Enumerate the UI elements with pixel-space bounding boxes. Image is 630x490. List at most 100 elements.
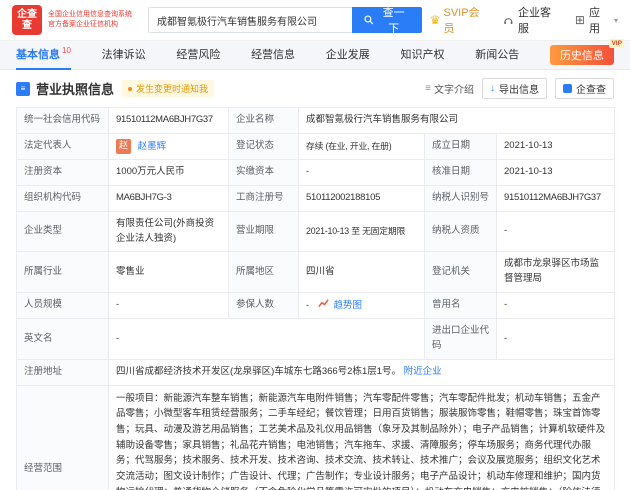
tab-basic-info-label: 基本信息 xyxy=(16,46,60,62)
reg-capital-value: 1000万元人民币 xyxy=(109,160,229,186)
tab-operation-risk-label: 经营风险 xyxy=(176,46,220,62)
status-label: 登记状态 xyxy=(229,133,299,160)
company-type-value: 有限责任公司(外商投资企业法人独资) xyxy=(109,211,229,251)
export-label: 导出信息 xyxy=(499,81,539,96)
former-name-label: 曾用名 xyxy=(425,292,497,319)
established-label: 成立日期 xyxy=(425,133,497,160)
license-section-header: ≡ 营业执照信息 发生变更时通知我 ≡ 文字介绍 ↓ 导出信息 企查查 xyxy=(0,70,630,105)
address-label: 注册地址 xyxy=(17,359,109,385)
taxpayer-quality-label: 纳税人资质 xyxy=(425,211,497,251)
tab-intellectual-property[interactable]: 知识产权 xyxy=(401,40,445,70)
qcc-app-label: 企查查 xyxy=(576,81,606,96)
region-value: 四川省 xyxy=(299,252,425,292)
english-name-label: 英文名 xyxy=(17,319,109,359)
brand-slogan: 全国企业信用信息查询系统 官方备案企业征信机构 xyxy=(48,10,132,30)
svip-link[interactable]: ♛ SVIP会员 xyxy=(430,4,490,36)
tab-legal-lawsuits[interactable]: 法律诉讼 xyxy=(102,40,146,70)
paid-capital-label: 实缴资本 xyxy=(229,160,299,186)
slogan-line-1: 全国企业信用信息查询系统 xyxy=(48,10,132,20)
tab-company-development-label: 企业发展 xyxy=(326,46,370,62)
tab-intellectual-property-label: 知识产权 xyxy=(401,46,445,62)
business-scope-value: 一般项目：新能源汽车整车销售；新能源汽车电附件销售；汽车零配件零售；汽车零配件批… xyxy=(109,385,615,490)
taxpayer-no-value: 91510112MA6BJH7G37 xyxy=(497,186,615,212)
tab-operation-info[interactable]: 经营信息 xyxy=(251,40,295,70)
region-label: 所属地区 xyxy=(229,252,299,292)
table-row: 统一社会信用代码 91510112MA6BJH7G37 企业名称 成都智氪极行汽… xyxy=(17,108,615,134)
credit-code-value: 91510112MA6BJH7G37 xyxy=(109,108,229,134)
table-row: 人员规模 - 参保人数 - 趋势图 曾用名 - xyxy=(17,292,615,319)
approval-date-value: 2021-10-13 xyxy=(497,160,615,186)
org-code-label: 组织机构代码 xyxy=(17,186,109,212)
table-row: 注册地址 四川省成都经济技术开发区(龙泉驿区)车城东七路366号2栋1层1号。 … xyxy=(17,359,615,385)
change-notify-label: 发生变更时通知我 xyxy=(136,82,208,95)
search-input[interactable] xyxy=(148,7,352,33)
qcc-logo[interactable]: 企查查 xyxy=(12,5,42,35)
established-value: 2021-10-13 xyxy=(497,133,615,160)
industry-label: 所属行业 xyxy=(17,252,109,292)
customer-service-label: 企业客服 xyxy=(518,4,561,36)
table-row: 英文名 - 进出口企业代码 - xyxy=(17,319,615,359)
customer-service-link[interactable]: 企业客服 xyxy=(503,4,561,36)
primary-tabs: 基本信息 10 法律诉讼 经营风险 经营信息 企业发展 知识产权 新闻公告 历史… xyxy=(0,40,630,70)
tab-legal-lawsuits-label: 法律诉讼 xyxy=(102,46,146,62)
tab-history-info[interactable]: 历史信息 VIP xyxy=(550,45,614,65)
vip-badge: VIP xyxy=(609,39,623,48)
tab-basic-info-count: 10 xyxy=(62,46,71,55)
crown-icon: ♛ xyxy=(430,13,441,27)
tab-news-announcements[interactable]: 新闻公告 xyxy=(475,40,519,70)
search-icon xyxy=(364,15,374,25)
taxpayer-no-label: 纳税人识别号 xyxy=(425,186,497,212)
staff-size-label: 人员规模 xyxy=(17,292,109,319)
legal-rep-link[interactable]: 赵墨辉 xyxy=(138,141,167,152)
status-value: 存续 (在业, 开业, 在册) xyxy=(299,133,425,160)
export-button[interactable]: ↓ 导出信息 xyxy=(482,78,547,99)
notify-dot-icon xyxy=(128,87,132,91)
tab-operation-risk[interactable]: 经营风险 xyxy=(176,40,220,70)
table-row: 注册资本 1000万元人民币 实缴资本 - 核准日期 2021-10-13 xyxy=(17,160,615,186)
registry-value: 成都市龙泉驿区市场监督管理局 xyxy=(497,252,615,292)
download-icon: ↓ xyxy=(490,83,495,94)
business-scope-label: 经营范围 xyxy=(17,385,109,490)
address-value: 四川省成都经济技术开发区(龙泉驿区)车城东七路366号2栋1层1号。 xyxy=(116,366,401,377)
change-notify-tag[interactable]: 发生变更时通知我 xyxy=(122,80,214,97)
apps-grid-icon: ⊞ xyxy=(575,13,585,27)
qcc-app-button[interactable]: 企查查 xyxy=(555,78,614,99)
industry-value: 零售业 xyxy=(109,252,229,292)
table-row: 组织机构代码 MA6BJH7G-3 工商注册号 510112002188105 … xyxy=(17,186,615,212)
nearby-companies-link[interactable]: 附近企业 xyxy=(404,366,442,377)
top-header: 企查查 全国企业信用信息查询系统 官方备案企业征信机构 查一下 ♛ SVIP会员 xyxy=(0,0,630,40)
staff-size-value: - xyxy=(109,292,229,319)
qcc-app-icon xyxy=(563,84,572,93)
english-name-value: - xyxy=(109,319,425,359)
table-row: 所属行业 零售业 所属地区 四川省 登记机关 成都市龙泉驿区市场监督管理局 xyxy=(17,252,615,292)
slogan-line-2: 官方备案企业征信机构 xyxy=(48,20,132,30)
biz-reg-no-value: 510112002188105 xyxy=(299,186,425,212)
taxpayer-quality-value: - xyxy=(497,211,615,251)
apps-label: 应用 xyxy=(589,4,610,36)
apps-menu[interactable]: ⊞ 应用 ▾ xyxy=(575,4,618,36)
tab-basic-info[interactable]: 基本信息 10 xyxy=(16,40,71,70)
registry-label: 登记机关 xyxy=(425,252,497,292)
org-code-value: MA6BJH7G-3 xyxy=(109,186,229,212)
tab-company-development[interactable]: 企业发展 xyxy=(326,40,370,70)
text-lines-icon: ≡ xyxy=(425,83,431,94)
chevron-down-icon: ▾ xyxy=(614,16,618,25)
tab-history-info-label: 历史信息 xyxy=(560,47,604,63)
biz-reg-no-label: 工商注册号 xyxy=(229,186,299,212)
qcc-company-page: 企查查 全国企业信用信息查询系统 官方备案企业征信机构 查一下 ♛ SVIP会员 xyxy=(0,0,630,490)
former-name-value: - xyxy=(497,292,615,319)
table-row: 企业类型 有限责任公司(外商投资企业法人独资) 营业期限 2021-10-13 … xyxy=(17,211,615,251)
text-intro-toggle[interactable]: ≡ 文字介绍 xyxy=(425,81,474,96)
search-button[interactable]: 查一下 xyxy=(352,7,422,33)
address-cell: 四川省成都经济技术开发区(龙泉驿区)车城东七路366号2栋1层1号。 附近企业 xyxy=(109,359,615,385)
search-button-label: 查一下 xyxy=(378,4,410,36)
insured-count-value: - xyxy=(306,300,309,311)
legal-rep-label: 法定代表人 xyxy=(17,133,109,160)
trend-link[interactable]: 趋势图 xyxy=(333,300,362,311)
import-export-label: 进出口企业代码 xyxy=(425,319,497,359)
legal-rep-avatar: 赵 xyxy=(116,139,131,154)
top-actions: ♛ SVIP会员 企业客服 ⊞ 应用 ▾ xyxy=(430,4,618,36)
license-doc-icon: ≡ xyxy=(16,82,30,96)
company-name-value: 成都智氪极行汽车销售服务有限公司 xyxy=(299,108,615,134)
company-type-label: 企业类型 xyxy=(17,211,109,251)
